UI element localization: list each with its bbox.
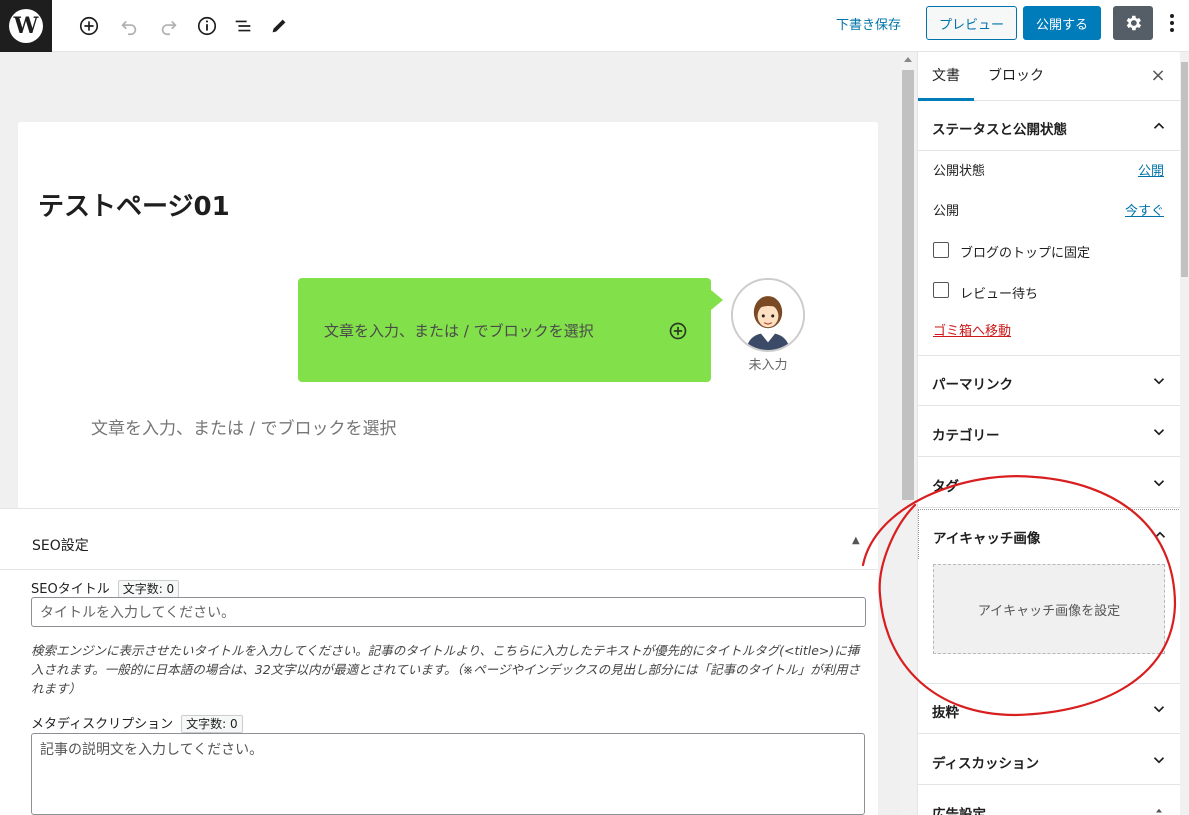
- panel-status-visibility[interactable]: ステータスと公開状態: [918, 101, 1180, 151]
- plus-circle-icon[interactable]: [75, 12, 103, 40]
- collapse-arrow-icon[interactable]: ▲: [852, 535, 860, 546]
- trash-link[interactable]: ゴミ箱へ移動: [933, 320, 1011, 339]
- seo-title-count: 文字数: 0: [117, 580, 180, 598]
- meta-description-count: 文字数: 0: [181, 715, 243, 733]
- seo-settings-box: SEO設定 ▲ SEOタイトル文字数: 0 検索エンジンに表示させたいタイトルを…: [0, 508, 878, 815]
- panel-ad-settings-label: 広告設定: [932, 807, 986, 815]
- seo-settings-title: SEO設定: [32, 538, 89, 554]
- seo-title-label-text: SEOタイトル: [31, 582, 110, 597]
- editor-scrollbar[interactable]: [900, 52, 917, 815]
- panel-discussion[interactable]: ディスカッション: [918, 735, 1180, 785]
- speech-balloon-block[interactable]: 文章を入力、または / でブロックを選択: [298, 278, 723, 382]
- publish-button[interactable]: 公開する: [1023, 6, 1101, 40]
- panel-ad-settings[interactable]: 広告設定: [918, 786, 1180, 815]
- gear-icon: [1126, 15, 1142, 31]
- seo-settings-header[interactable]: SEO設定 ▲: [0, 509, 878, 570]
- seo-title-input[interactable]: [31, 597, 866, 627]
- paragraph-placeholder[interactable]: 文章を入力、または / でブロックを選択: [91, 414, 397, 439]
- redo-icon[interactable]: [155, 12, 183, 40]
- panel-categories[interactable]: カテゴリー: [918, 407, 1180, 457]
- meta-description-label: メタディスクリプション 文字数: 0: [31, 713, 243, 733]
- meta-description-input[interactable]: [31, 733, 865, 815]
- sticky-checkbox[interactable]: [933, 242, 949, 258]
- publish-label: 公開: [933, 204, 960, 219]
- panel-tags-label: タグ: [932, 479, 959, 495]
- preview-button[interactable]: プレビュー: [926, 6, 1017, 40]
- featured-image-body: アイキャッチ画像を設定: [918, 509, 1180, 684]
- pending-review-label: レビュー待ち: [960, 287, 1039, 302]
- chevron-up-icon: [1153, 122, 1165, 129]
- chevron-down-icon: [1153, 378, 1165, 385]
- settings-button[interactable]: [1113, 6, 1153, 40]
- wordpress-logo-letter: W: [13, 13, 39, 39]
- panel-excerpt-label: 抜粋: [932, 705, 959, 721]
- panel-status-body: 公開状態 公開 公開 今すぐ ブログのトップに固定 レビュー待ち ゴミ箱へ移動: [918, 151, 1180, 356]
- post-title[interactable]: テストページ01: [38, 186, 230, 223]
- avatar: [731, 278, 805, 352]
- seo-title-help: 検索エンジンに表示させたいタイトルを入力してください。記事のタイトルより、こちら…: [31, 643, 861, 696]
- panel-status-label: ステータスと公開状態: [932, 122, 1067, 138]
- panel-discussion-label: ディスカッション: [932, 756, 1040, 772]
- panel-categories-label: カテゴリー: [932, 428, 1000, 444]
- list-icon[interactable]: [229, 12, 257, 40]
- chevron-down-icon: [1153, 757, 1165, 764]
- close-icon[interactable]: ×: [1148, 66, 1168, 86]
- meta-description-label-text: メタディスクリプション: [31, 717, 174, 732]
- panel-permalink-label: パーマリンク: [932, 377, 1013, 393]
- kebab-icon[interactable]: [1160, 8, 1184, 38]
- publish-date-link[interactable]: 今すぐ: [1125, 200, 1164, 219]
- tab-document[interactable]: 文書: [918, 52, 974, 101]
- plus-circle-icon[interactable]: [668, 321, 688, 341]
- chevron-down-icon: [1153, 480, 1165, 487]
- pencil-icon[interactable]: [265, 12, 293, 40]
- sidebar-scrollbar[interactable]: [1180, 52, 1189, 815]
- balloon-placeholder[interactable]: 文章を入力、または / でブロックを選択: [324, 320, 594, 341]
- collapse-arrow-icon: [1156, 808, 1162, 813]
- save-draft-button[interactable]: 下書き保存: [830, 12, 907, 40]
- panel-permalink[interactable]: パーマリンク: [918, 356, 1180, 406]
- pending-review-checkbox[interactable]: [933, 282, 949, 298]
- editor-area: テストページ01 文章を入力、または / でブロックを選択 未入力 文章を入力、…: [0, 52, 900, 815]
- settings-sidebar: 文書 ブロック × ステータスと公開状態 公開状態 公開 公開 今すぐ ブログの…: [917, 52, 1180, 815]
- visibility-link[interactable]: 公開: [1138, 160, 1164, 179]
- panel-tags[interactable]: タグ: [918, 458, 1180, 508]
- avatar-name[interactable]: 未入力: [729, 354, 807, 373]
- sidebar-tabs: 文書 ブロック ×: [918, 52, 1180, 101]
- set-featured-image-button[interactable]: アイキャッチ画像を設定: [933, 564, 1165, 654]
- sticky-label: ブログのトップに固定: [960, 246, 1091, 261]
- info-icon[interactable]: [193, 12, 221, 40]
- wordpress-logo[interactable]: W: [0, 0, 52, 52]
- visibility-label: 公開状態: [933, 164, 986, 179]
- undo-icon[interactable]: [115, 12, 143, 40]
- chevron-down-icon: [1153, 706, 1165, 713]
- editor-toolbar: W 下書き保存 プレビュー 公開する: [0, 0, 1189, 52]
- chevron-down-icon: [1153, 429, 1165, 436]
- panel-excerpt[interactable]: 抜粋: [918, 684, 1180, 734]
- tab-block[interactable]: ブロック: [974, 52, 1058, 101]
- seo-title-label: SEOタイトル 文字数: 0: [31, 578, 180, 598]
